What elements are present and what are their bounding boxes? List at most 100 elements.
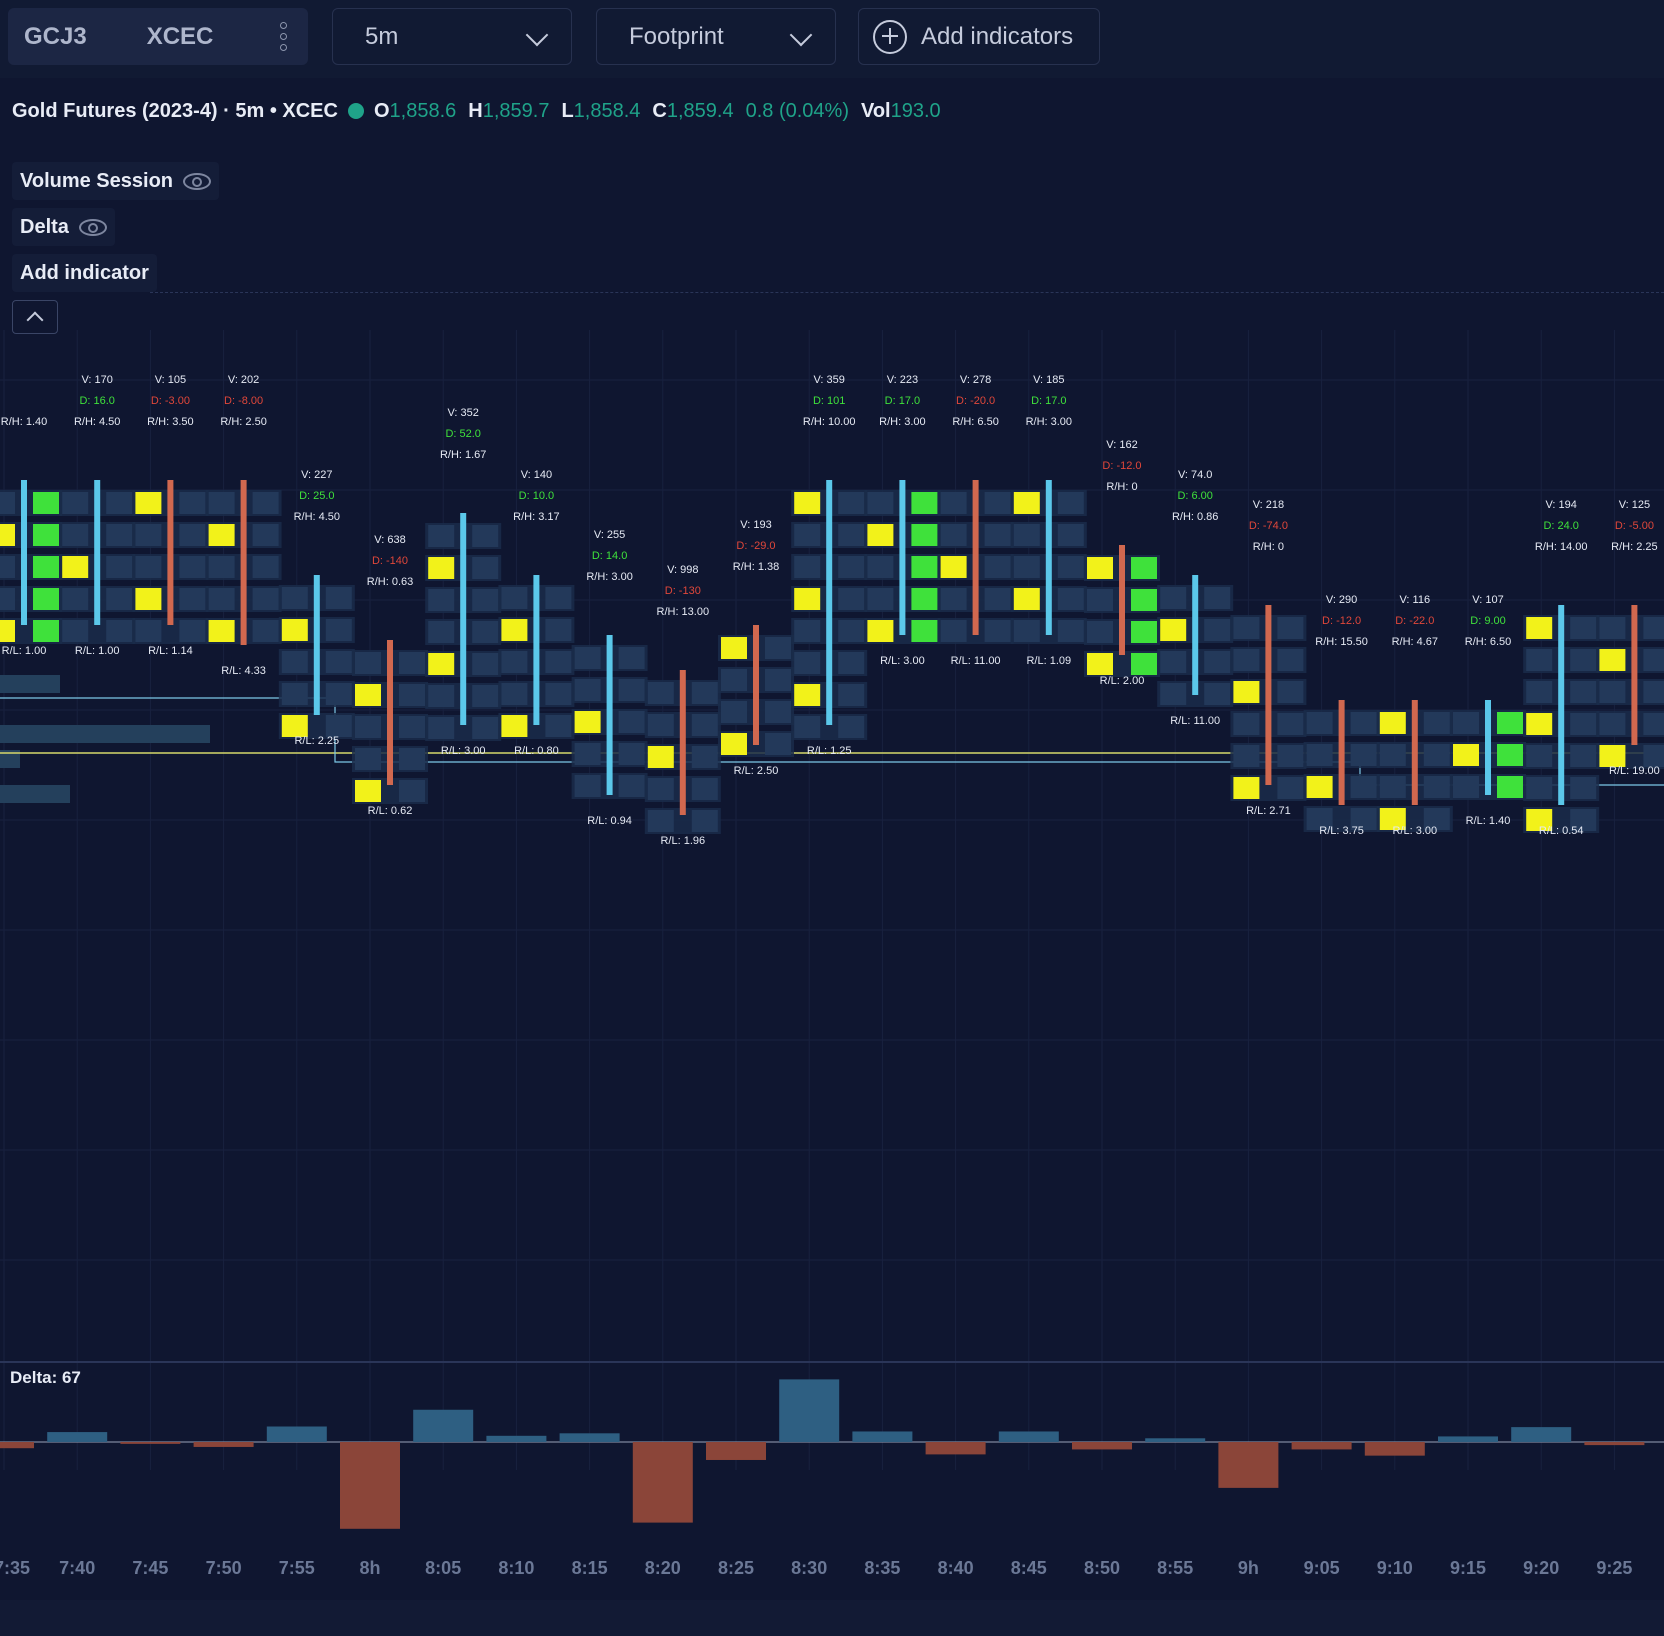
low-key: L	[561, 99, 574, 122]
bar-volume-label: V: 255	[594, 529, 625, 541]
time-axis-tick: 8:25	[717, 1558, 755, 1578]
time-axis-tick: 9:10	[1376, 1558, 1413, 1578]
ask-cell	[179, 524, 206, 546]
volume-profile-bar	[0, 675, 60, 693]
time-axis-tick: 7:35	[0, 1558, 31, 1578]
bar-volume-label: V: 290	[1326, 594, 1357, 606]
bar-ratio-high-label: R/H: 3.00	[879, 416, 925, 428]
indicator-delta[interactable]: Delta	[12, 208, 115, 246]
bar-delta-label: D: 14.0	[592, 550, 627, 562]
bid-cell	[135, 620, 162, 642]
bar-volume-label: V: 352	[447, 407, 478, 419]
ask-cell	[1131, 653, 1157, 675]
bid-cell	[940, 620, 967, 642]
candle-body	[1265, 605, 1272, 785]
ask-cell	[33, 620, 59, 642]
bid-cell	[794, 492, 821, 514]
ask-cell	[691, 714, 718, 736]
bid-cell	[1087, 557, 1113, 579]
bid-cell	[208, 524, 235, 546]
collapse-chevron-up-icon[interactable]	[12, 300, 58, 334]
bar-ratio-high-label: R/H: 6.50	[1465, 636, 1511, 648]
bid-cell	[940, 492, 967, 514]
ask-cell	[765, 733, 791, 755]
ask-cell	[618, 647, 645, 669]
bid-cell	[0, 588, 15, 610]
candle-body	[1631, 605, 1638, 745]
bid-cell	[62, 556, 89, 578]
delta-bar	[413, 1409, 474, 1442]
candle-body	[972, 480, 979, 635]
add-indicators-button[interactable]: Add indicators	[858, 8, 1100, 65]
bid-cell	[208, 620, 235, 642]
ask-cell	[399, 684, 425, 706]
bid-cell	[428, 589, 455, 611]
add-indicator-button[interactable]: Add indicator	[12, 254, 157, 292]
ask-cell	[1423, 712, 1450, 734]
ask-cell	[179, 588, 206, 610]
bid-cell	[794, 620, 821, 642]
bid-cell	[281, 619, 308, 641]
ask-cell	[1057, 588, 1084, 610]
toolbar: GCJ3 XCEC 5m Footprint Add indicators	[0, 0, 1664, 78]
bid-cell	[1526, 649, 1553, 671]
bid-cell	[1087, 653, 1113, 675]
symbol-selector[interactable]: GCJ3 XCEC	[8, 8, 308, 65]
bid-cell	[1526, 745, 1553, 767]
ask-cell	[179, 620, 206, 642]
delta-bar	[340, 1442, 400, 1529]
ask-cell	[618, 743, 645, 765]
bid-cell	[135, 492, 162, 514]
bar-volume-label: V: 227	[301, 469, 332, 481]
ask-cell	[1277, 649, 1304, 671]
indicator-volume-session[interactable]: Volume Session	[12, 162, 220, 200]
delta-bar	[47, 1432, 108, 1442]
chevron-down-icon	[525, 23, 549, 47]
ask-cell	[1570, 713, 1597, 735]
more-options-icon[interactable]	[280, 22, 287, 55]
ask-cell	[545, 651, 572, 673]
bar-ratio-high-label: R/H: 0.86	[1172, 511, 1218, 523]
candle-body	[21, 480, 27, 625]
ask-cell	[1350, 712, 1377, 734]
bar-delta-label: D: -8.00	[224, 395, 263, 407]
candle-body	[387, 640, 393, 785]
interval-dropdown[interactable]: 5m	[332, 8, 572, 65]
bid-cell	[1233, 649, 1260, 671]
eye-icon[interactable]	[183, 172, 212, 190]
ask-cell	[1057, 620, 1084, 642]
ask-cell	[33, 556, 59, 578]
candle-body	[1338, 700, 1345, 805]
bid-cell	[1526, 681, 1553, 703]
delta-bar	[706, 1442, 766, 1460]
delta-pane-label: Delta: 67	[10, 1368, 81, 1387]
ask-cell	[1497, 712, 1523, 734]
ask-cell	[33, 588, 59, 610]
volume-key: Vol	[860, 99, 891, 122]
bid-cell	[794, 588, 821, 610]
ask-cell	[838, 556, 865, 578]
time-axis-tick: 9:05	[1303, 1558, 1340, 1578]
bar-ratio-high-label: R/H: 4.50	[74, 416, 120, 428]
bid-cell	[1013, 588, 1040, 610]
ask-cell	[1131, 589, 1157, 611]
add-indicator-label: Add indicator	[20, 261, 149, 284]
ask-cell	[1423, 744, 1450, 766]
bar-delta-label: D: 16.0	[79, 395, 114, 407]
chart-type-dropdown[interactable]: Footprint	[596, 8, 836, 65]
ohlc-legend: Gold Futures (2023-4) · 5m • XCEC O 1,858…	[12, 96, 941, 126]
ask-cell	[1057, 524, 1084, 546]
symbol-label: GCJ3	[24, 22, 87, 50]
ask-cell	[765, 669, 791, 691]
eye-icon[interactable]	[78, 218, 107, 236]
footprint-chart[interactable]: R/H: 1.40 R/L: 1.00 V: 170 D: 16.0 R/H: 4.50…	[0, 330, 1664, 1548]
bar-ratio-high-label: R/H: 14.00	[1535, 541, 1588, 553]
ask-cell	[838, 588, 865, 610]
bid-cell	[1013, 492, 1040, 514]
bid-cell	[0, 524, 15, 546]
bar-ratio-high-label: R/H: 0	[1106, 481, 1137, 493]
bid-cell	[721, 701, 747, 723]
bid-cell	[1379, 712, 1406, 734]
ask-cell	[1350, 744, 1377, 766]
bid-cell	[355, 748, 381, 770]
